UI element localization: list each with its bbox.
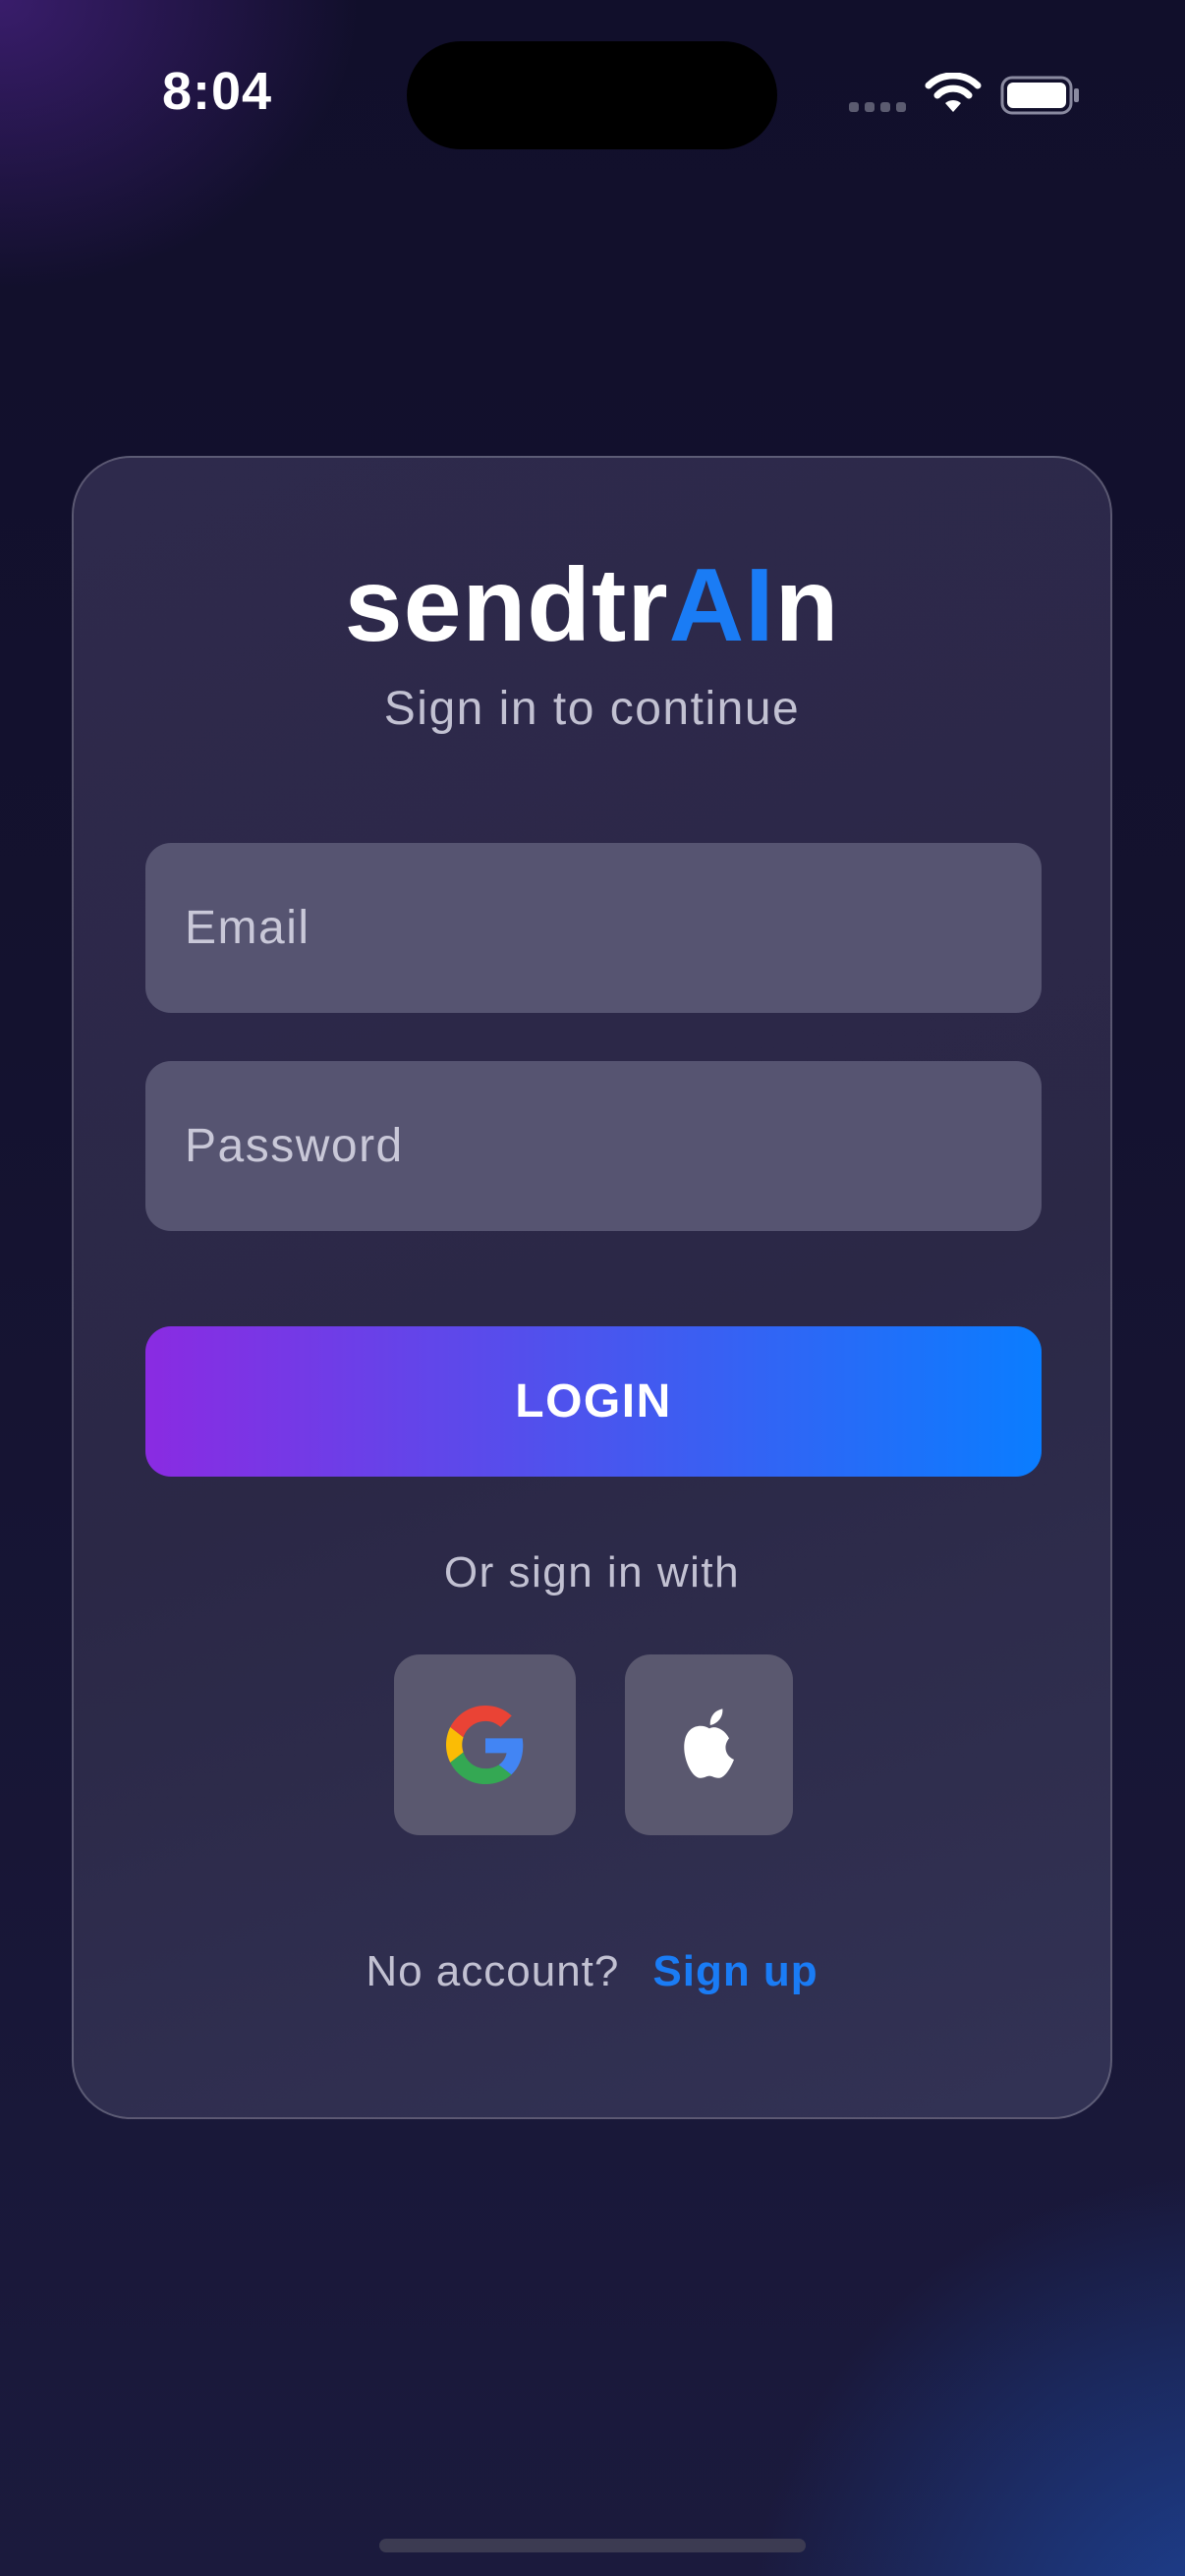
apple-signin-button[interactable] [625,1654,793,1835]
signup-prompt: No account? Sign up [74,1947,1110,1996]
brand-name-suffix: n [774,547,840,663]
google-icon [445,1706,523,1784]
email-input[interactable] [183,900,1004,956]
password-input[interactable] [183,1118,1004,1174]
signup-link[interactable]: Sign up [652,1947,818,1995]
email-field[interactable] [145,843,1042,1013]
apple-icon [683,1708,734,1778]
password-field[interactable] [145,1061,1042,1231]
status-time: 8:04 [162,62,273,121]
login-button[interactable]: LOGIN [145,1326,1042,1477]
login-subtitle: Sign in to continue [383,683,801,735]
alt-signin-label: Or sign in with [443,1548,741,1596]
brand-name-accent: AI [668,547,775,663]
wifi-icon [925,73,982,112]
brand-name-prefix: sendtr [344,547,669,663]
cellular-signal-icon [849,102,906,112]
app-logo-title: sendtrAIn [74,546,1110,665]
dynamic-island [407,41,777,149]
login-card: sendtrAIn Sign in to continue LOGIN Or s… [72,456,1112,2119]
home-indicator[interactable] [379,2539,806,2552]
battery-icon [1000,76,1079,115]
no-account-label: No account? [366,1947,620,1995]
google-signin-button[interactable] [394,1654,576,1835]
